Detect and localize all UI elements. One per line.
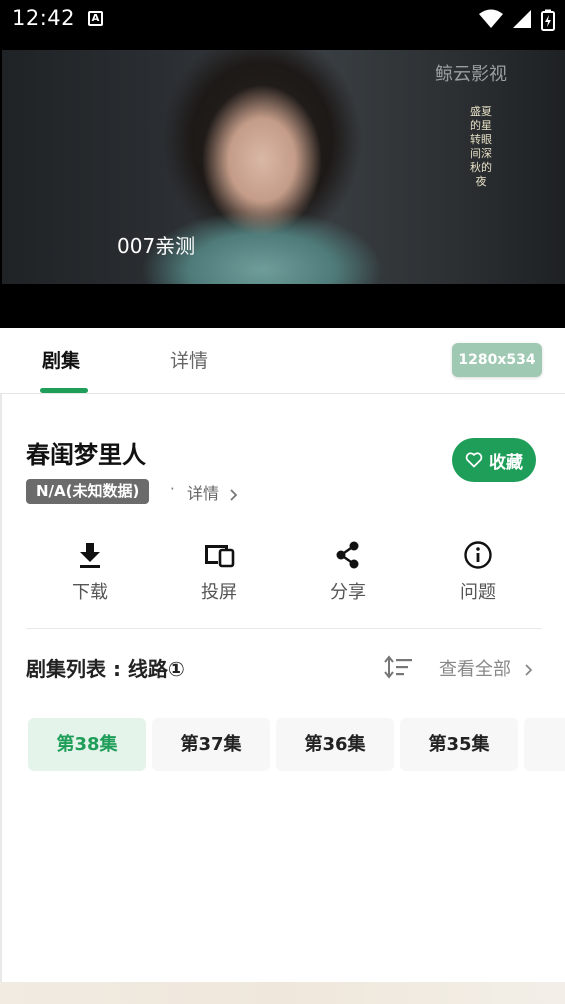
view-all-label: 查看全部: [439, 659, 511, 680]
download-label: 下载: [72, 582, 108, 603]
resolution-badge: 1280x534: [452, 343, 542, 377]
tab-active-indicator: [40, 388, 88, 393]
favorite-label: 收藏: [489, 452, 523, 473]
heart-icon: [465, 452, 483, 468]
episode-button[interactable]: 第37集: [152, 718, 270, 771]
video-overlay-text: 007亲测: [117, 234, 196, 258]
tab-bar: 剧集 详情 1280x534: [0, 328, 565, 394]
tab-details[interactable]: 详情: [170, 346, 208, 373]
detail-link-label: 详情: [187, 484, 220, 503]
share-action[interactable]: 分享: [303, 540, 393, 604]
show-title: 春闺梦里人: [26, 441, 146, 469]
sort-icon[interactable]: [384, 654, 414, 680]
tab-episodes[interactable]: 剧集: [42, 346, 80, 373]
info-badge: N/A(未知数据): [26, 479, 150, 504]
app-screen: 12:42 A 鲸云影视 盛夏的星转眼间深秋的夜 007亲测 剧集 详情 128…: [0, 0, 565, 982]
wifi-icon: [478, 9, 503, 28]
download-action[interactable]: 下载: [45, 540, 135, 604]
navigation-strip: [0, 982, 565, 1004]
status-bar: 12:42 A: [0, 0, 565, 40]
chevron-right-icon: [230, 488, 238, 501]
report-label: 问题: [460, 582, 496, 603]
favorite-button[interactable]: 收藏: [452, 438, 536, 482]
episode-scroller[interactable]: 第38集 第37集 第36集 第35集: [28, 718, 565, 774]
battery-icon: [541, 9, 555, 31]
episode-button[interactable]: 第35集: [400, 718, 518, 771]
chevron-right-icon: [525, 664, 533, 676]
notification-icon: A: [88, 11, 103, 26]
edge-line: [0, 328, 2, 982]
download-icon: [80, 543, 100, 568]
section-divider: [26, 628, 542, 629]
meta-separator: ·: [170, 480, 175, 498]
status-time: 12:42: [12, 6, 76, 30]
video-frame[interactable]: 鲸云影视 盛夏的星转眼间深秋的夜 007亲测: [2, 50, 565, 284]
report-action[interactable]: 问题: [433, 540, 523, 604]
episode-button[interactable]: 第36集: [276, 718, 394, 771]
status-icons: [475, 9, 555, 31]
cast-label: 投屏: [201, 582, 237, 603]
view-all-link[interactable]: 查看全部: [439, 655, 533, 681]
cast-icon: [205, 545, 235, 568]
episode-button-partial[interactable]: [524, 718, 565, 771]
cast-action[interactable]: 投屏: [174, 540, 264, 604]
share-icon: [336, 541, 359, 569]
share-label: 分享: [330, 582, 366, 603]
video-watermark: 鲸云影视: [435, 64, 507, 85]
video-player[interactable]: 鲸云影视 盛夏的星转眼间深秋的夜 007亲测: [0, 40, 565, 328]
video-caption: 盛夏的星转眼间深秋的夜: [470, 105, 492, 188]
info-icon: [464, 541, 492, 569]
episode-button-active[interactable]: 第38集: [28, 718, 146, 771]
signal-icon: [512, 10, 531, 28]
detail-link[interactable]: 详情: [187, 480, 238, 504]
episode-list-title: 剧集列表 : 线路①: [26, 657, 185, 681]
